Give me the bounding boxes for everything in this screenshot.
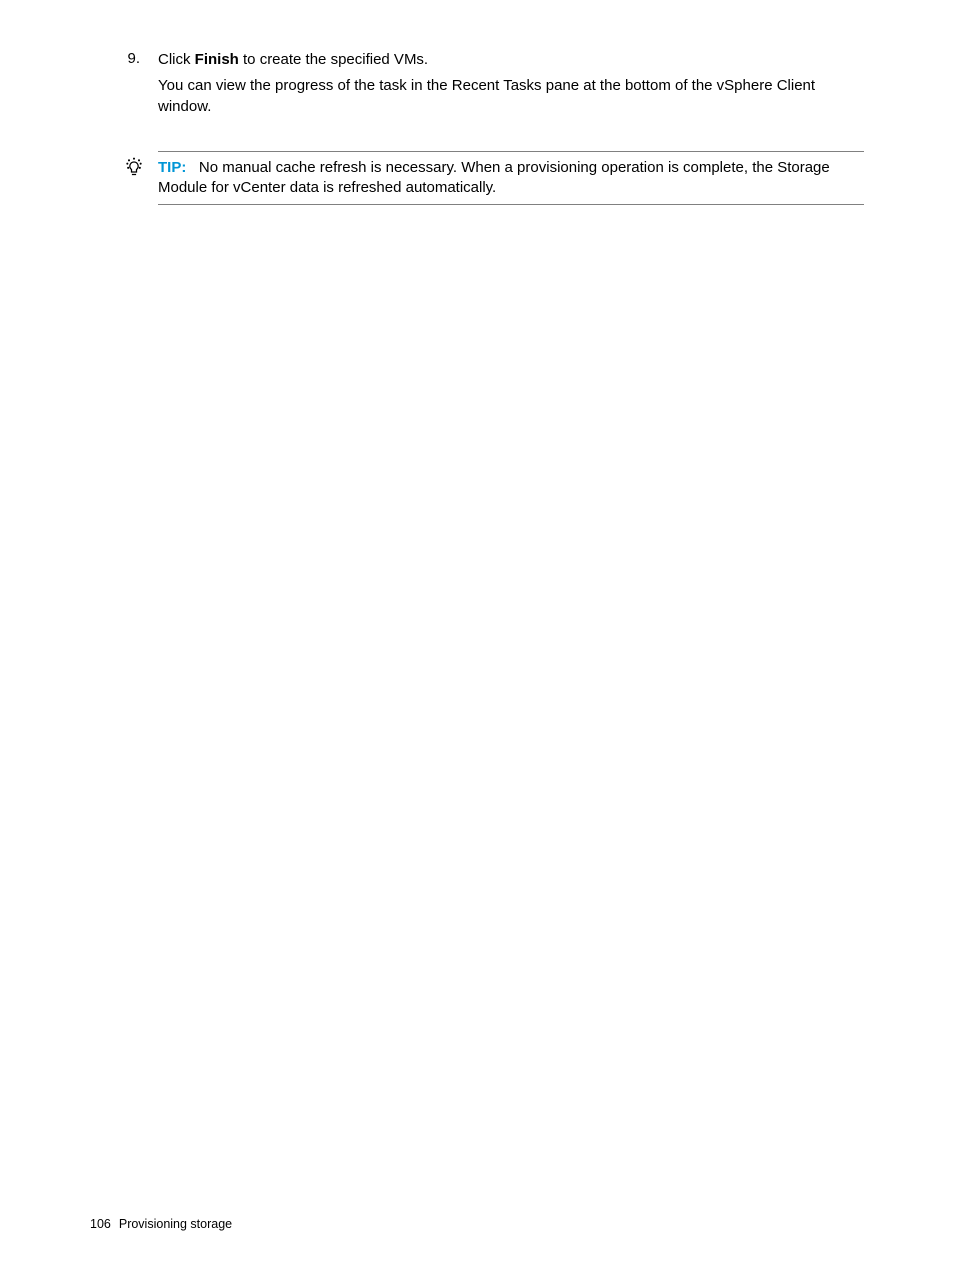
page-number: 106 <box>90 1217 111 1231</box>
step-text: Click Finish to create the specified VMs… <box>158 50 864 123</box>
step-number: 9. <box>110 50 158 123</box>
tip-icon <box>110 151 158 206</box>
tip-label: TIP: <box>158 159 186 176</box>
tip-content: TIP: No manual cache refresh is necessar… <box>158 151 864 206</box>
step-item: 9. Click Finish to create the specified … <box>110 50 864 123</box>
step-detail: You can view the progress of the task in… <box>158 76 864 117</box>
step-instruction: Click Finish to create the specified VMs… <box>158 50 864 70</box>
finish-keyword: Finish <box>195 51 239 68</box>
tip-text: No manual cache refresh is necessary. Wh… <box>158 159 830 196</box>
tip-box: TIP: No manual cache refresh is necessar… <box>110 151 864 206</box>
footer-section: Provisioning storage <box>119 1217 232 1231</box>
page-footer: 106 Provisioning storage <box>90 1217 232 1231</box>
lightbulb-icon <box>124 157 144 177</box>
